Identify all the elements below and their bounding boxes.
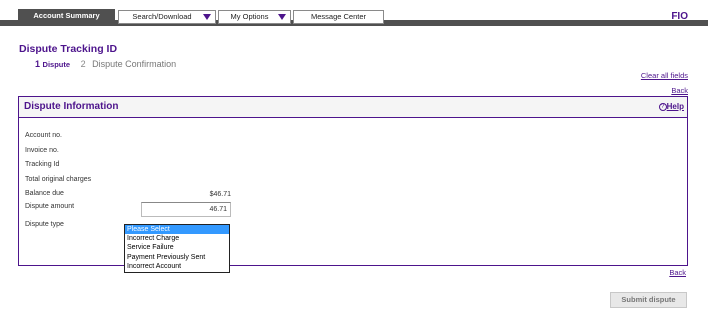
dispute-type-dropdown[interactable]: Please Select Incorrect Charge Service F… bbox=[124, 224, 230, 273]
tracking-id-label: Tracking Id bbox=[25, 161, 60, 168]
top-nav: Account Summary Search/Download My Optio… bbox=[0, 0, 708, 26]
balance-due-label: Balance due bbox=[25, 190, 64, 197]
dispute-information-panel: Dispute Information ? Help bbox=[18, 96, 688, 266]
tab-my-options-label: My Options bbox=[230, 12, 269, 21]
clear-all-fields-link[interactable]: Clear all fields bbox=[641, 71, 688, 80]
help-icon: ? bbox=[658, 103, 667, 111]
dropdown-arrow-icon bbox=[203, 14, 211, 20]
dispute-type-label: Dispute type bbox=[25, 221, 64, 228]
back-link-bottom[interactable]: Back bbox=[669, 268, 686, 277]
dispute-type-option[interactable]: Service Failure bbox=[125, 243, 229, 252]
tab-search-download-label: Search/Download bbox=[132, 12, 192, 21]
page-title: Dispute Tracking ID bbox=[19, 43, 118, 55]
balance-due-value: $46.71 bbox=[209, 191, 231, 198]
panel-title: Dispute Information bbox=[24, 101, 119, 112]
back-link-top[interactable]: Back bbox=[671, 86, 688, 95]
dispute-type-option[interactable]: Incorrect Account bbox=[125, 262, 229, 271]
invoice-no-label: Invoice no. bbox=[25, 147, 59, 154]
account-no-label: Account no. bbox=[25, 132, 62, 139]
submit-dispute-button[interactable]: Submit dispute bbox=[610, 292, 687, 308]
step-2-number: 2 bbox=[80, 59, 86, 69]
dispute-amount-input[interactable]: 46.71 bbox=[141, 202, 231, 217]
tab-my-options[interactable]: My Options bbox=[218, 10, 291, 24]
tab-account-summary-label: Account Summary bbox=[33, 11, 100, 20]
tab-account-summary[interactable]: Account Summary bbox=[18, 9, 115, 25]
step-2-label: Dispute Confirmation bbox=[92, 59, 177, 69]
dispute-type-option[interactable]: Incorrect Charge bbox=[125, 234, 229, 243]
help-link[interactable]: ? Help bbox=[658, 102, 684, 111]
total-original-charges-label: Total original charges bbox=[25, 176, 92, 183]
dispute-type-option[interactable]: Payment Previously Sent bbox=[125, 253, 229, 262]
step-indicator: 1 Dispute 2 Dispute Confirmation bbox=[35, 59, 176, 69]
help-label: Help bbox=[666, 102, 684, 111]
step-1-label: Dispute bbox=[42, 60, 71, 69]
dropdown-arrow-icon bbox=[278, 14, 286, 20]
panel-header: Dispute Information ? Help bbox=[19, 97, 687, 118]
brand-label: FIO bbox=[671, 11, 688, 22]
tab-message-center[interactable]: Message Center bbox=[293, 10, 384, 24]
dispute-type-option[interactable]: Please Select bbox=[125, 225, 229, 235]
tab-message-center-label: Message Center bbox=[310, 12, 367, 21]
dispute-amount-label: Dispute amount bbox=[25, 203, 75, 210]
step-1-number: 1 bbox=[35, 59, 41, 69]
tab-search-download[interactable]: Search/Download bbox=[118, 10, 216, 24]
